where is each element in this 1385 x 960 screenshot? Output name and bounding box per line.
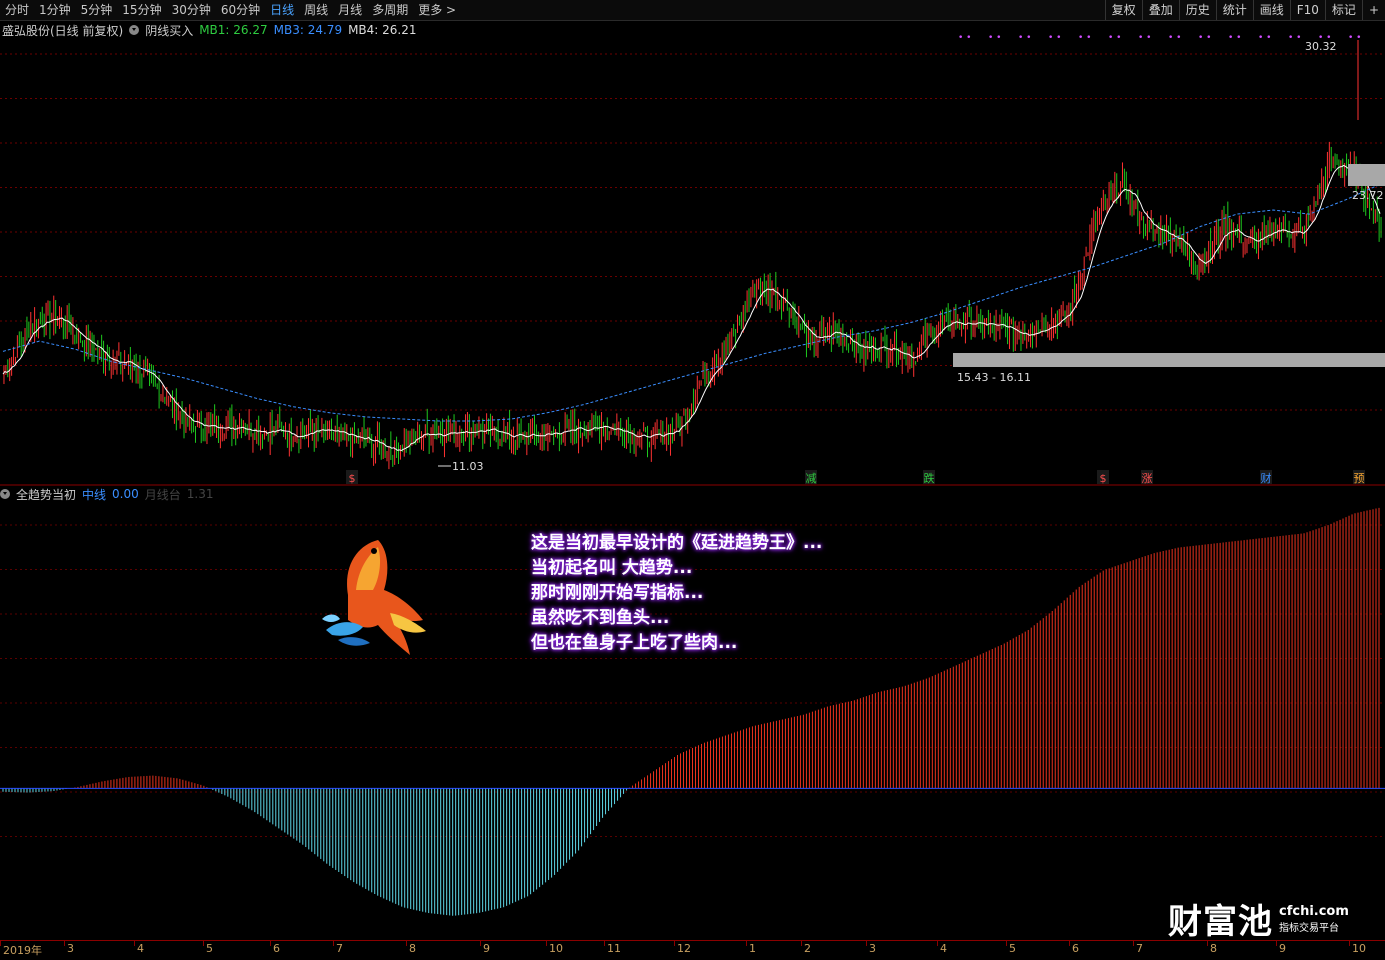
date-tick [546, 941, 547, 946]
date-label: 11 [607, 942, 621, 955]
signal-dots: • • [1108, 33, 1121, 43]
watermark-logo: 财富池 cfchi.com 指标交易平台 [1168, 894, 1349, 943]
sub-indicator-name[interactable]: 全趋势当初 [16, 486, 76, 503]
date-tick [1276, 941, 1277, 946]
date-label: 8 [1210, 942, 1217, 955]
low-price-label: 11.03 [452, 460, 484, 473]
signal-dots: • • [1078, 33, 1091, 43]
sub-extra-value: 1.31 [186, 487, 214, 501]
event-marker: 减 [806, 472, 817, 485]
date-tick [866, 941, 867, 946]
date-tick [0, 941, 1, 946]
date-label: 9 [1279, 942, 1286, 955]
date-label: 2 [804, 942, 811, 955]
date-tick [480, 941, 481, 946]
sub-info-bar: 全趋势当初 中线 0.00 月线台 1.31 [0, 486, 219, 502]
caption-line: 虽然吃不到鱼头... [531, 608, 670, 628]
event-marker: $ [1100, 472, 1107, 485]
event-marker: $ [349, 472, 356, 485]
date-tick [406, 941, 407, 946]
date-tick [1349, 941, 1350, 946]
date-label: 9 [483, 942, 490, 955]
date-label: 12 [677, 942, 691, 955]
price-chart[interactable]: 30.3211.0315.43 - 16.1123.72$ 减跌 $ 涨财预• • • … [0, 0, 1385, 940]
date-label: 3 [67, 942, 74, 955]
signal-dots: • • [988, 33, 1001, 43]
resistance-zone-bar [1348, 164, 1385, 186]
caption-line: 那时刚刚开始写指标... [531, 583, 704, 603]
date-label: 10 [1352, 942, 1366, 955]
date-tick [674, 941, 675, 946]
sub-dropdown-icon[interactable] [0, 489, 10, 499]
ma-long-line [2, 182, 1383, 422]
date-label: 3 [869, 942, 876, 955]
date-tick [333, 941, 334, 946]
date-tick [746, 941, 747, 946]
date-tick [1069, 941, 1070, 946]
date-tick [801, 941, 802, 946]
date-tick [270, 941, 271, 946]
date-label: 4 [940, 942, 947, 955]
signal-dots: • • [1288, 33, 1301, 43]
date-label: 6 [273, 942, 280, 955]
date-label: 5 [1009, 942, 1016, 955]
date-label: 4 [137, 942, 144, 955]
koi-fish-image [322, 540, 426, 655]
event-marker: 跌 [924, 471, 935, 485]
signal-dots: • • [958, 33, 971, 43]
signal-dots: • • [1138, 33, 1151, 43]
watermark-brand: 财富池 [1168, 902, 1273, 942]
date-label: 2019年 [3, 944, 42, 957]
watermark-url: cfchi.com [1279, 903, 1349, 919]
event-marker: 涨 [1142, 472, 1153, 485]
date-tick [1133, 941, 1134, 946]
signal-dots: • • [1318, 33, 1331, 43]
event-marker: 财 [1261, 471, 1272, 485]
date-axis: 2019年 3 4 5 6 7 8 9 10 11 12 1 2 3 4 5 6 7 8 9 10 [0, 940, 1385, 960]
signal-dots: • • [1258, 33, 1271, 43]
right-price-label: 23.72 [1352, 189, 1384, 202]
date-label: 10 [549, 942, 563, 955]
signal-dots: • • [1048, 33, 1061, 43]
signal-dots: • • [1018, 33, 1031, 43]
date-tick [134, 941, 135, 946]
signal-dots: • • [1198, 33, 1211, 43]
date-label: 5 [206, 942, 213, 955]
date-label: 1 [749, 942, 756, 955]
caption-line: 当初起名叫 大趋势... [531, 558, 693, 578]
watermark-tagline: 指标交易平台 [1279, 922, 1339, 934]
caption-line: 但也在鱼身子上吃了些肉... [531, 633, 738, 653]
signal-dots: • • [1228, 33, 1241, 43]
date-tick [64, 941, 65, 946]
support-zone-bar [953, 353, 1385, 367]
event-marker: 预 [1354, 472, 1365, 485]
date-label: 7 [336, 942, 343, 955]
date-tick [1207, 941, 1208, 946]
date-tick [203, 941, 204, 946]
range-label: 15.43 - 16.11 [957, 371, 1031, 384]
date-tick [1006, 941, 1007, 946]
date-tick [937, 941, 938, 946]
sub-extra-label: 月线台 [144, 487, 181, 502]
sub-line-value: 0.00 [112, 487, 139, 501]
caption-line: 这是当初最早设计的《廷进趋势王》... [531, 533, 823, 553]
date-label: 8 [409, 942, 416, 955]
sub-line-label: 中线 [82, 487, 107, 502]
caption-text: 这是当初最早设计的《廷进趋势王》... 当初起名叫 大趋势... 那时刚刚开始写指标… [531, 531, 822, 656]
date-tick [604, 941, 605, 946]
date-label: 7 [1136, 942, 1143, 955]
signal-dots: • • [1168, 33, 1181, 43]
date-label: 6 [1072, 942, 1079, 955]
signal-dots: • • [1348, 33, 1361, 43]
